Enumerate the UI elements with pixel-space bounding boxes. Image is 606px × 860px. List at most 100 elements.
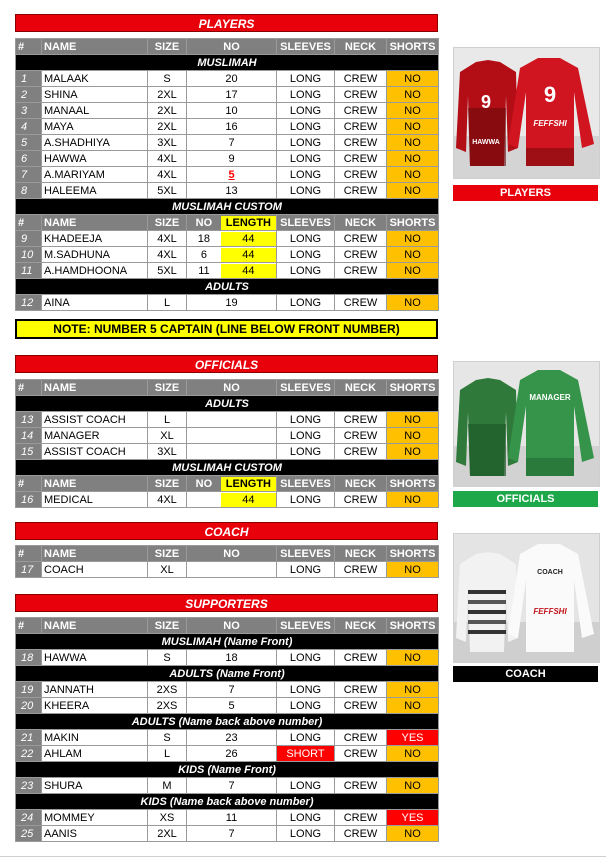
group-header-row: ADULTS (15, 278, 439, 295)
row-index: 1 (15, 70, 42, 87)
row-index: 9 (15, 230, 42, 247)
header-name: NAME (41, 545, 148, 562)
table-row: 4 MAYA 2XL 16 LONG CREW NO (15, 118, 439, 135)
table-row: 21 MAKIN S 23 LONG CREW YES (15, 729, 439, 746)
header-sleeves: SLEEVES (276, 214, 335, 231)
header-index: # (15, 475, 42, 492)
row-no: 20 (186, 70, 277, 87)
row-name: MEDICAL (41, 491, 148, 508)
row-size: L (147, 294, 187, 311)
row-index: 19 (15, 681, 42, 698)
row-sleeves: LONG (276, 182, 335, 199)
svg-text:FEFFSHI: FEFFSHI (533, 607, 567, 616)
row-shorts: YES (386, 729, 439, 746)
row-no: 5 (186, 697, 277, 714)
row-name: A.HAMDHOONA (41, 262, 148, 279)
coach-image-caption: COACH (453, 666, 598, 682)
row-shorts: NO (386, 134, 439, 151)
row-name: AINA (41, 294, 148, 311)
header-length: LENGTH (220, 476, 276, 491)
row-neck: CREW (334, 729, 387, 746)
row-no: 10 (186, 102, 277, 119)
row-index: 15 (15, 443, 42, 460)
players-section-title: PLAYERS (15, 14, 438, 32)
row-neck: CREW (334, 118, 387, 135)
header-neck: NECK (334, 545, 387, 562)
row-size: XL (147, 561, 187, 578)
row-neck: CREW (334, 649, 387, 666)
row-no-value: 7 (228, 683, 235, 696)
group-header-row: MUSLIMAH (15, 54, 439, 71)
group-label: ADULTS (15, 395, 439, 412)
row-sleeves: LONG (276, 246, 335, 263)
row-no (186, 443, 277, 460)
players-image-caption: PLAYERS (453, 185, 598, 201)
row-size: 2XL (147, 86, 187, 103)
row-neck: CREW (334, 427, 387, 444)
header-index: # (15, 617, 42, 634)
row-shorts: NO (386, 246, 439, 263)
group-label: ADULTS (Name Front) (15, 665, 439, 682)
row-index: 7 (15, 166, 42, 183)
row-no: 19 (186, 294, 277, 311)
row-neck: CREW (334, 262, 387, 279)
row-no-value: 20 (225, 72, 238, 85)
row-neck: CREW (334, 182, 387, 199)
row-no: 7 (186, 134, 277, 151)
row-no: 18 (197, 232, 211, 245)
header-sleeves: SLEEVES (276, 617, 335, 634)
row-index: 8 (15, 182, 42, 199)
group-header-row: KIDS (Name Front) (15, 761, 439, 778)
row-shorts: NO (386, 777, 439, 794)
row-size: 2XL (147, 118, 187, 135)
row-neck: CREW (334, 825, 387, 842)
row-neck: CREW (334, 443, 387, 460)
row-sleeves: LONG (276, 150, 335, 167)
row-no-value: 16 (225, 120, 238, 133)
row-neck: CREW (334, 681, 387, 698)
header-sleeves: SLEEVES (276, 38, 335, 55)
row-name: HALEEMA (41, 182, 148, 199)
row-neck: CREW (334, 246, 387, 263)
row-shorts: NO (386, 681, 439, 698)
row-no: 23 (186, 729, 277, 746)
row-no: 13 (186, 182, 277, 199)
row-index: 18 (15, 649, 42, 666)
row-size: L (147, 745, 187, 762)
row-shorts: NO (386, 150, 439, 167)
row-no-value: 11 (225, 811, 238, 824)
row-name: HAWWA (41, 150, 148, 167)
players-jersey-image: 9 HAWWA 9 FEFFSHI (453, 47, 600, 179)
row-length: 44 (220, 492, 276, 507)
row-neck: CREW (334, 230, 387, 247)
row-index: 10 (15, 246, 42, 263)
header-no: NO (186, 379, 277, 396)
header-no: NO (186, 545, 277, 562)
row-index: 21 (15, 729, 42, 746)
row-shorts: NO (386, 294, 439, 311)
row-sleeves: LONG (276, 649, 335, 666)
supporters-table: # NAME SIZE NO SLEEVES NECK SHORTS MUSLIMAH (Na… (15, 617, 439, 842)
row-name: MANAAL (41, 102, 148, 119)
row-index: 14 (15, 427, 42, 444)
row-neck: CREW (334, 70, 387, 87)
row-name: JANNATH (41, 681, 148, 698)
row-sleeves: LONG (276, 427, 335, 444)
header-shorts: SHORTS (386, 38, 439, 55)
row-no (186, 427, 277, 444)
row-no: 7 (186, 777, 277, 794)
row-name: SHINA (41, 86, 148, 103)
row-sleeves: LONG (276, 294, 335, 311)
row-no: 7 (186, 681, 277, 698)
table-row: 1 MALAAK S 20 LONG CREW NO (15, 70, 439, 87)
captain-note: NOTE: NUMBER 5 CAPTAIN (LINE BELOW FRONT… (15, 319, 438, 339)
table-row: 6 HAWWA 4XL 9 LONG CREW NO (15, 150, 439, 167)
row-sleeves: LONG (276, 491, 335, 508)
row-no: 18 (186, 649, 277, 666)
table-row: 2 SHINA 2XL 17 LONG CREW NO (15, 86, 439, 103)
row-name: KHEERA (41, 697, 148, 714)
row-no: 26 (186, 745, 277, 762)
row-name: SHURA (41, 777, 148, 794)
row-sleeves: LONG (276, 70, 335, 87)
row-neck: CREW (334, 166, 387, 183)
